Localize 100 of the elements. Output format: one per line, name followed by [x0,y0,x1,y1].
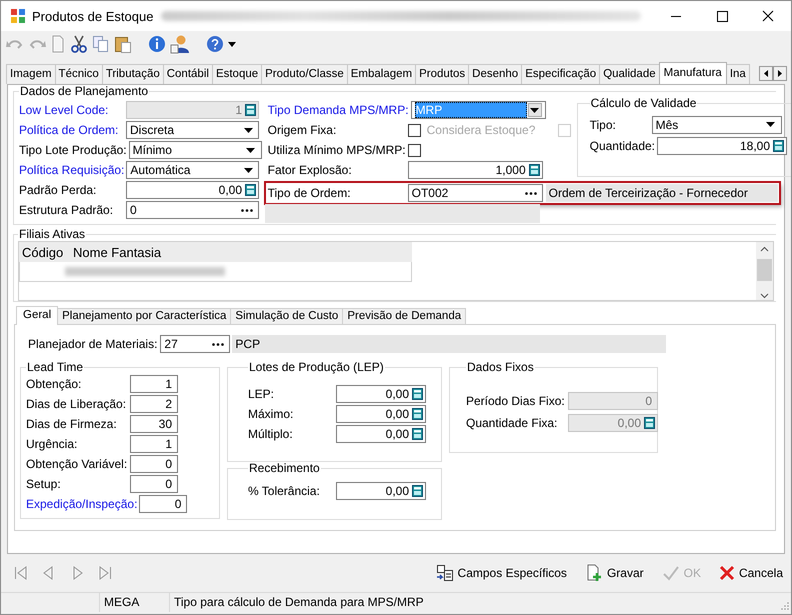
calculator-icon [412,428,423,440]
number-field[interactable]: 1 [130,435,178,453]
close-icon [718,565,735,581]
number-field[interactable]: 18,00 [657,136,788,154]
number-field[interactable]: 0 [130,455,178,473]
number-field[interactable]: 0,00 [336,482,426,500]
number-field[interactable]: 1,000 [408,161,543,179]
ellipsis-icon [241,208,253,212]
checkbox[interactable] [408,144,421,156]
field-label: Low Level Code: [19,103,110,117]
caret-icon [246,148,256,152]
last-record-icon[interactable] [97,565,113,581]
help-icon[interactable] [206,35,224,53]
field-label: Múltiplo: [248,427,294,441]
column-header[interactable]: Nome Fantasia [70,244,162,260]
field-label: Estrutura Padrão: [19,203,114,217]
lookup-field[interactable]: 0 [126,201,259,219]
action-button[interactable]: Cancela [718,562,783,584]
new-document-icon [584,564,603,582]
tab[interactable]: Previsão de Demanda [342,308,466,324]
ellipsis-icon [212,342,224,346]
scrollbar[interactable] [756,242,773,300]
group-title: Lead Time [26,361,84,374]
field-label: Máximo: [248,407,294,421]
tab[interactable]: Manufatura [658,62,727,84]
field-label: Obtenção Variável: [26,457,128,471]
calculator-icon [245,184,256,196]
number-field[interactable]: 30 [130,415,178,433]
description-field: Ordem de Terceirização - Fornecedor [546,184,778,202]
tab[interactable]: Geral [16,306,58,325]
checkbox[interactable] [408,124,421,136]
number-field[interactable]: 0,00 [336,425,426,443]
tab[interactable]: Ina [726,64,750,84]
field-label: Planejador de Materiais: [28,337,158,351]
caret-icon [766,122,776,127]
action-button[interactable]: Gravar [584,562,644,584]
field-label: Expedição/Inspeção: [26,497,138,511]
status-text: MEGA [100,593,170,612]
copy-icon[interactable] [92,35,110,53]
lookup-field[interactable]: 27 [160,335,230,353]
user-icon[interactable] [170,34,190,54]
dropdown[interactable]: Mês [652,116,782,134]
field-label: Utiliza Mínimo MPS/MRP: [268,143,407,157]
calculator-icon [773,140,784,152]
info-icon[interactable] [148,35,166,53]
field-label: Considera Estoque? [426,123,536,137]
calculator-icon [644,417,655,429]
group-title: Lotes de Produção (LEP) [248,361,385,374]
first-record-icon[interactable] [13,565,29,581]
lookup-field[interactable]: OT002 [408,184,543,202]
field-label: Tipo Demanda MPS/MRP: [268,103,410,117]
number-field[interactable]: 1 [130,375,178,393]
field-label: Período Dias Fixo: [466,394,566,408]
caret-icon[interactable] [228,42,236,46]
dropdown[interactable]: Discreta [126,121,259,139]
caret-icon [244,128,252,132]
group-title: Cálculo de Validade [590,97,698,110]
status-text: Tipo para cálculo de Demanda para MPS/MRP [173,594,425,611]
field-label: LEP: [248,387,276,401]
field-label: Tipo: [590,118,617,132]
field-label: Política Requisição: [19,163,126,177]
group-title: Dados de Planejamento [19,85,150,98]
caret-icon [530,108,540,112]
calculator-icon [528,164,540,176]
check-icon [662,564,680,582]
tab[interactable]: Imagem [6,64,56,84]
scroll-left-icon[interactable] [759,66,773,81]
field-label: Tipo de Ordem: [268,186,352,200]
field-label: Origem Fixa: [268,123,338,137]
tab[interactable]: Simulação de Custo [230,308,344,324]
calculator-icon [412,485,423,497]
action-button[interactable]: Campos Específicos [436,562,567,584]
number-field[interactable]: 2 [130,395,178,413]
group-title: Filiais Ativas [18,228,86,241]
calculator-icon [245,104,256,116]
field-label: Urgência: [26,437,78,451]
field-label: Tipo Lote Produção: [19,143,128,157]
field-label: Fator Explosão: [268,163,353,177]
number-field[interactable]: 0,00 [336,405,426,423]
dropdown[interactable]: Automática [126,161,260,179]
fields-icon [436,564,454,582]
number-field[interactable]: 0 [130,475,178,493]
app-icon [10,8,26,24]
resize-grip-icon[interactable] [781,602,789,610]
ellipsis-icon [524,192,537,194]
dropdown[interactable]: Mínimo [128,141,262,159]
scroll-right-icon[interactable] [773,66,787,81]
field-label: Setup: [26,477,62,491]
column-header[interactable]: Código [19,244,70,260]
field-label: Quantidade Fixa: [466,416,558,430]
number-field[interactable]: 0 [139,495,188,513]
scissors-icon[interactable] [70,35,88,53]
field-label: Política de Ordem: [19,123,120,137]
number-field[interactable]: 0,00 [126,181,259,199]
caret-icon [244,168,253,172]
number-field[interactable]: 0,00 [336,385,426,403]
paste-icon[interactable] [114,35,132,53]
tab[interactable]: Planejamento por Característica [57,308,232,324]
field-label: Padrão Perda: [19,183,98,197]
calculator-icon [412,408,423,420]
